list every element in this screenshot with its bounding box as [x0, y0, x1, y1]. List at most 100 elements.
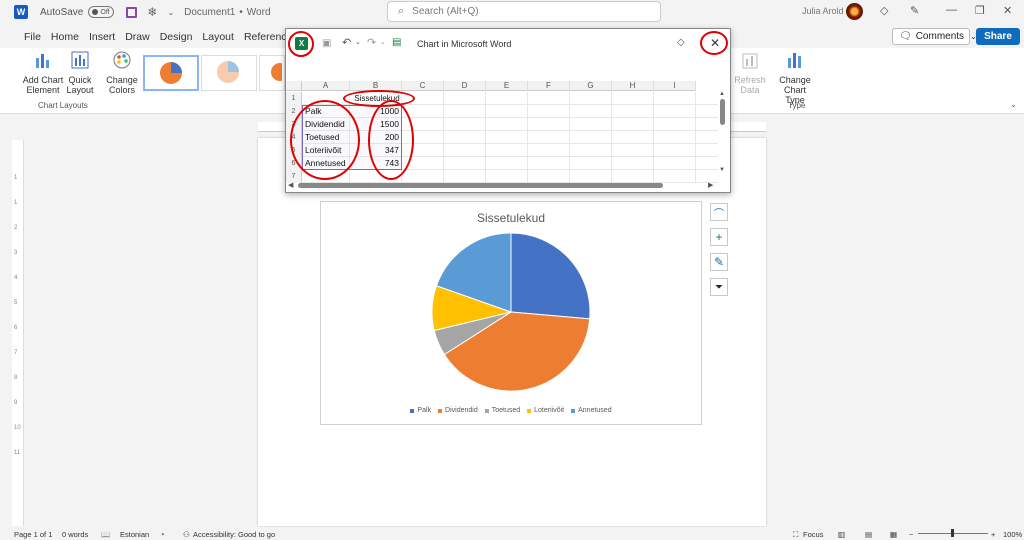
chart-data-window[interactable]: X ▣ ↶ ⌄ ↷ ⌄ ▤ Chart in Microsoft Word ◇ … — [285, 28, 731, 193]
legend-item-loteriivõit[interactable]: Loteriivõit — [527, 407, 564, 414]
read-mode-icon[interactable]: ▥ — [838, 530, 845, 539]
undo-icon[interactable]: ↶ — [342, 36, 351, 49]
scroll-up-icon[interactable]: ▲ — [719, 91, 727, 97]
column-header-d[interactable]: D — [444, 81, 486, 91]
comments-button[interactable]: 🗨 Comments ⌄ — [892, 28, 977, 45]
language[interactable]: Estonian — [120, 530, 149, 539]
quick-layout-icon — [71, 51, 89, 69]
refresh-data-button[interactable]: Refresh Data — [733, 50, 767, 95]
zoom-slider-thumb[interactable] — [951, 529, 954, 537]
tab-design[interactable]: Design — [160, 31, 193, 43]
undo-chevron-icon[interactable]: ⌄ — [355, 38, 361, 46]
legend-item-toetused[interactable]: Toetused — [484, 407, 520, 414]
tab-insert[interactable]: Insert — [89, 31, 115, 43]
print-layout-icon[interactable]: ▤ — [865, 530, 872, 539]
customize-toolbar-chevron-icon[interactable]: ⌄ — [167, 8, 174, 17]
column-gridline — [527, 92, 528, 183]
chart-filters-button[interactable]: ⏷ — [710, 278, 728, 296]
ribbon-collapse-icon[interactable]: ⌄ — [1010, 100, 1017, 109]
minimize-icon[interactable]: — — [946, 4, 957, 16]
column-gridline — [653, 92, 654, 183]
chart-style-3[interactable] — [259, 55, 289, 91]
chart-legend[interactable]: Palk Dividendid Toetused Loteriivõit Annetus… — [321, 407, 701, 414]
chart-title[interactable]: Sissetulekud — [321, 211, 701, 225]
document-name: Document1 — [184, 6, 236, 18]
refresh-data-label: Refresh Data — [734, 75, 766, 95]
chart-area[interactable]: Sissetulekud Palk Dividendid Toetused Loter… — [320, 201, 702, 425]
snowflake-icon[interactable]: ❄ — [147, 5, 157, 19]
word-count[interactable]: 0 words — [62, 530, 88, 539]
pie-chart[interactable] — [321, 226, 701, 426]
change-chart-type-button[interactable]: Change Chart Type — [774, 50, 816, 105]
tab-file[interactable]: File — [24, 31, 41, 43]
annotation-circle-labels — [290, 100, 360, 180]
app-name: Word — [246, 6, 271, 18]
focus-mode[interactable]: Focus — [803, 530, 823, 539]
quick-layout-button[interactable]: Quick Layout — [64, 50, 96, 95]
legend-item-annetused[interactable]: Annetused — [571, 407, 612, 414]
column-header-i[interactable]: I — [654, 81, 696, 91]
close-window-icon[interactable]: ✕ — [1003, 4, 1012, 17]
accessibility-status[interactable]: Accessibility: Good to go — [193, 530, 275, 539]
zoom-level[interactable]: 100% — [1003, 530, 1022, 539]
web-layout-icon[interactable]: ▦ — [890, 530, 897, 539]
scrollbar-thumb[interactable] — [720, 99, 725, 125]
proofing-icon[interactable]: 📖 — [101, 530, 110, 539]
pen-icon[interactable]: ✎ — [910, 4, 919, 17]
focus-icon[interactable]: ⛶ — [793, 530, 798, 540]
autosave-toggle[interactable]: Off — [88, 6, 115, 18]
tab-layout[interactable]: Layout — [202, 31, 234, 43]
column-header-c[interactable]: C — [402, 81, 444, 91]
chart-style-1[interactable] — [143, 55, 199, 91]
vertical-scrollbar[interactable]: ▲ ▼ — [719, 91, 727, 175]
layout-options-button[interactable]: ⌒ — [710, 203, 728, 221]
diamond-icon[interactable]: ◇ — [880, 4, 888, 17]
add-chart-element-label: Add Chart Element — [22, 75, 64, 95]
column-header-f[interactable]: F — [528, 81, 570, 91]
page-count[interactable]: Page 1 of 1 — [14, 530, 52, 539]
save-icon[interactable] — [126, 6, 138, 18]
share-button[interactable]: Share — [976, 28, 1020, 45]
accessibility-icon[interactable]: ⚇ — [183, 530, 190, 539]
avatar[interactable] — [846, 3, 863, 20]
column-header-g[interactable]: G — [570, 81, 612, 91]
restore-icon[interactable]: ❐ — [975, 4, 985, 17]
change-colors-button[interactable]: Change Colors — [104, 50, 140, 95]
chart-style-2[interactable] — [201, 55, 257, 91]
horizontal-scrollbar[interactable]: ◀ ▶ — [286, 181, 718, 190]
diamond-icon[interactable]: ◇ — [677, 37, 685, 48]
scroll-down-icon[interactable]: ▼ — [719, 167, 725, 173]
column-gridline — [443, 92, 444, 183]
comments-label: Comments — [915, 31, 965, 42]
scroll-right-icon[interactable]: ▶ — [708, 181, 713, 189]
change-colors-label: Change Colors — [106, 75, 138, 95]
zoom-in-icon[interactable]: + — [991, 530, 995, 539]
tab-draw[interactable]: Draw — [125, 31, 150, 43]
scroll-left-icon[interactable]: ◀ — [288, 181, 293, 189]
zoom-out-icon[interactable]: − — [909, 530, 913, 539]
chart-elements-button[interactable]: + — [710, 228, 728, 246]
annotation-circle-values — [368, 100, 414, 180]
column-header-a[interactable]: A — [302, 81, 350, 91]
search-box[interactable]: ⌕ Search (Alt+Q) — [387, 1, 661, 22]
legend-item-dividendid[interactable]: Dividendid — [438, 407, 478, 414]
user-name[interactable]: Julia Arold — [802, 6, 844, 16]
redo-chevron-icon[interactable]: ⌄ — [380, 38, 386, 46]
chart-styles-button[interactable]: ✎ — [710, 253, 728, 271]
save-icon[interactable]: ▣ — [322, 38, 331, 49]
edit-in-excel-icon[interactable]: ▤ — [392, 37, 401, 48]
search-icon: ⌕ — [398, 5, 405, 17]
select-all-corner[interactable] — [286, 81, 302, 91]
column-header-e[interactable]: E — [486, 81, 528, 91]
hscrollbar-thumb[interactable] — [298, 183, 663, 188]
column-header-h[interactable]: H — [612, 81, 654, 91]
text-predictions-icon[interactable]: ◔ — [160, 530, 165, 539]
vertical-ruler[interactable]: 1123 4567 8 9 10 11 — [12, 140, 24, 526]
tab-home[interactable]: Home — [51, 31, 79, 43]
add-chart-element-button[interactable]: Add Chart Element — [18, 50, 68, 95]
add-chart-element-icon — [36, 54, 49, 68]
redo-icon[interactable]: ↷ — [367, 36, 376, 49]
pie-slice-palk[interactable] — [510, 232, 591, 320]
legend-item-palk[interactable]: Palk — [410, 407, 431, 414]
row-header-1[interactable]: 1 — [286, 92, 302, 105]
